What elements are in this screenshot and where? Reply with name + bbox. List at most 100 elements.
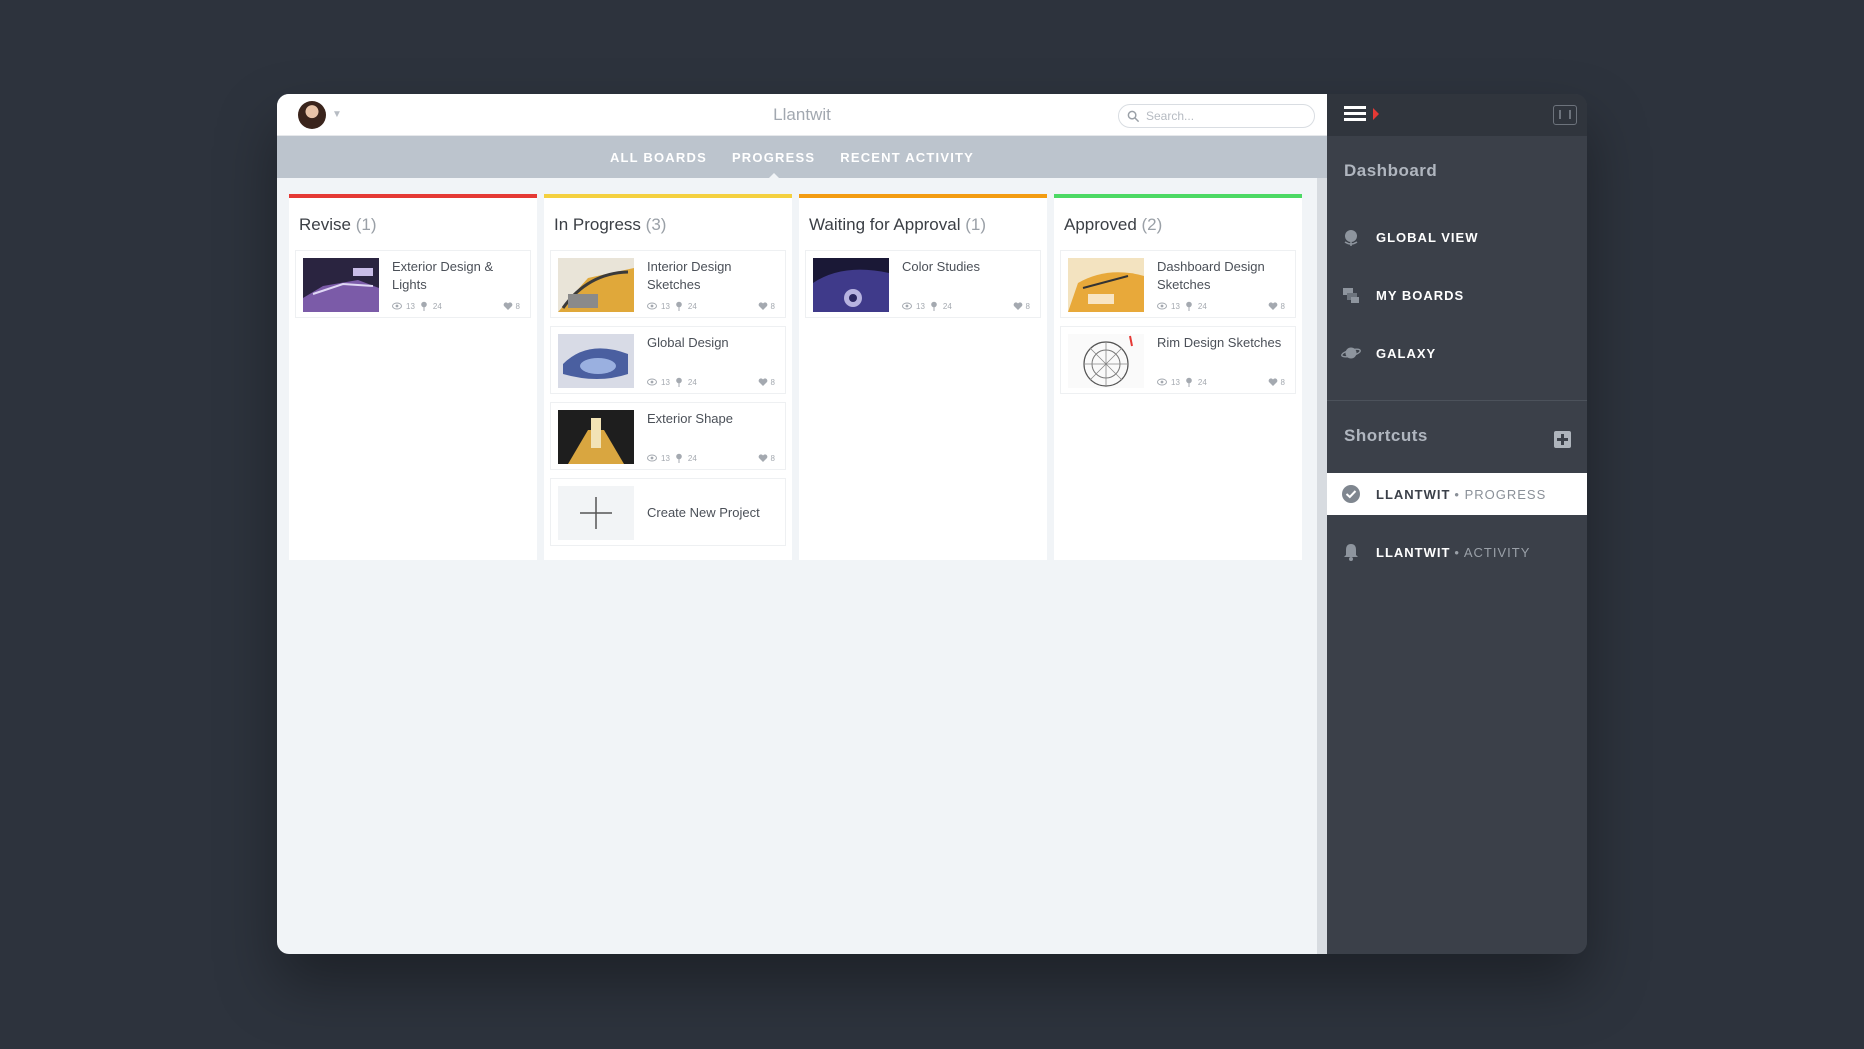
shortcut-llantwit-progress[interactable]: LLANTWIT • PROGRESS (1327, 473, 1587, 515)
create-project-button[interactable]: Create New Project (550, 478, 786, 546)
eye-icon (902, 301, 912, 311)
project-thumbnail (303, 258, 379, 312)
sidebar-item-galaxy[interactable]: GALAXY (1327, 324, 1587, 382)
column-in-progress: In Progress (3) Interior Design Sketches… (544, 194, 792, 560)
project-card[interactable]: Dashboard Design Sketches 13 24 8 (1060, 250, 1296, 318)
project-card[interactable]: Exterior Design & Lights 13 24 8 (295, 250, 531, 318)
project-thumbnail (1068, 258, 1144, 312)
card-likes[interactable]: 8 (1013, 301, 1030, 311)
project-thumbnail (558, 334, 634, 388)
hamburger-menu-icon[interactable] (1344, 106, 1366, 124)
search-input[interactable] (1146, 109, 1296, 123)
card-stats: 13 24 (902, 301, 952, 311)
heart-icon (758, 301, 768, 311)
card-likes[interactable]: 8 (758, 453, 775, 463)
heart-icon (1268, 301, 1278, 311)
pin-icon (674, 377, 684, 387)
sidebar-item-global-view[interactable]: GLOBAL VIEW (1327, 208, 1587, 266)
pin-icon (929, 301, 939, 311)
search-box[interactable] (1118, 104, 1315, 128)
column-count: (2) (1141, 215, 1163, 234)
check-circle-icon (1340, 483, 1362, 505)
project-thumbnail (558, 410, 634, 464)
heart-icon (1013, 301, 1023, 311)
column-count: (1) (355, 215, 377, 234)
heart-icon (503, 301, 513, 311)
card-likes[interactable]: 8 (503, 301, 520, 311)
column-title: Revise (1) (299, 215, 377, 234)
card-title: Exterior Design & Lights (392, 259, 494, 292)
search-icon (1127, 110, 1140, 123)
project-card[interactable]: Interior Design Sketches 13 24 8 (550, 250, 786, 318)
heart-icon (1268, 377, 1278, 387)
card-title: Rim Design Sketches (1157, 335, 1282, 350)
column-title: In Progress (3) (554, 215, 667, 234)
shortcut-llantwit-activity[interactable]: LLANTWIT • ACTIVITY (1327, 531, 1587, 573)
card-title: Global Design (647, 335, 729, 350)
scrollbar[interactable] (1317, 178, 1327, 954)
eye-icon (647, 453, 657, 463)
column-title: Approved (2) (1064, 215, 1163, 234)
heart-icon (758, 377, 768, 387)
panel-toggle-icon[interactable] (1553, 105, 1577, 125)
card-likes[interactable]: 8 (758, 377, 775, 387)
project-card[interactable]: Color Studies 13 24 8 (805, 250, 1041, 318)
sidebar-item-my-boards[interactable]: MY BOARDS (1327, 266, 1587, 324)
column-waiting-for-approval: Waiting for Approval (1) Color Studies 1… (799, 194, 1047, 560)
column-approved: Approved (2) Dashboard Design Sketches 1… (1054, 194, 1302, 560)
sidebar: Dashboard GLOBAL VIEW MY BOARDS GALAXY S… (1327, 94, 1587, 954)
column-count: (1) (965, 215, 987, 234)
card-title: Color Studies (902, 259, 981, 274)
add-shortcut-icon[interactable] (1554, 431, 1571, 448)
card-likes[interactable]: 8 (758, 301, 775, 311)
card-title: Exterior Shape (647, 411, 733, 426)
project-thumbnail (1068, 334, 1144, 388)
planet-icon (1340, 342, 1362, 364)
card-stats: 13 24 (647, 301, 697, 311)
tab-progress[interactable]: PROGRESS (732, 150, 815, 179)
project-card[interactable]: Global Design 13 24 8 (550, 326, 786, 394)
column-count: (3) (645, 215, 667, 234)
project-thumbnail (813, 258, 889, 312)
heart-icon (758, 453, 768, 463)
bell-icon (1340, 541, 1362, 563)
column-revise: Revise (1) Exterior Design & Lights 13 2… (289, 194, 537, 560)
pin-icon (419, 301, 429, 311)
pin-icon (1184, 377, 1194, 387)
caret-right-icon (1373, 108, 1379, 120)
pin-icon (1184, 301, 1194, 311)
card-likes[interactable]: 8 (1268, 377, 1285, 387)
card-stats: 13 24 (1157, 301, 1207, 311)
card-title: Dashboard Design Sketches (1157, 259, 1265, 292)
tab-recent-activity[interactable]: RECENT ACTIVITY (840, 150, 974, 165)
card-likes[interactable]: 8 (1268, 301, 1285, 311)
pin-icon (674, 301, 684, 311)
boards-icon (1340, 284, 1362, 306)
card-title: Interior Design Sketches (647, 259, 732, 292)
card-stats: 13 24 (1157, 377, 1207, 387)
create-project-label: Create New Project (647, 505, 760, 520)
card-stats: 13 24 (647, 377, 697, 387)
eye-icon (647, 377, 657, 387)
eye-icon (1157, 377, 1167, 387)
plus-icon (558, 486, 634, 540)
eye-icon (392, 301, 402, 311)
tab-all-boards[interactable]: ALL BOARDS (610, 150, 707, 165)
card-stats: 13 24 (392, 301, 442, 311)
sidebar-item-label: GALAXY (1376, 345, 1437, 361)
sidebar-item-label: GLOBAL VIEW (1376, 229, 1479, 245)
shortcuts-heading: Shortcuts (1327, 401, 1587, 473)
project-thumbnail (558, 258, 634, 312)
app-window: ▼ Llantwit ALL BOARDS PROGRESS RECENT AC… (277, 94, 1587, 954)
pin-icon (674, 453, 684, 463)
eye-icon (647, 301, 657, 311)
project-card[interactable]: Exterior Shape 13 24 8 (550, 402, 786, 470)
card-stats: 13 24 (647, 453, 697, 463)
main-panel: ▼ Llantwit ALL BOARDS PROGRESS RECENT AC… (277, 94, 1327, 954)
column-title: Waiting for Approval (1) (809, 215, 987, 234)
globe-icon (1340, 226, 1362, 248)
top-bar: ▼ Llantwit (277, 94, 1327, 136)
dashboard-heading: Dashboard (1344, 161, 1438, 180)
project-card[interactable]: Rim Design Sketches 13 24 8 (1060, 326, 1296, 394)
sidebar-item-label: MY BOARDS (1376, 287, 1465, 303)
